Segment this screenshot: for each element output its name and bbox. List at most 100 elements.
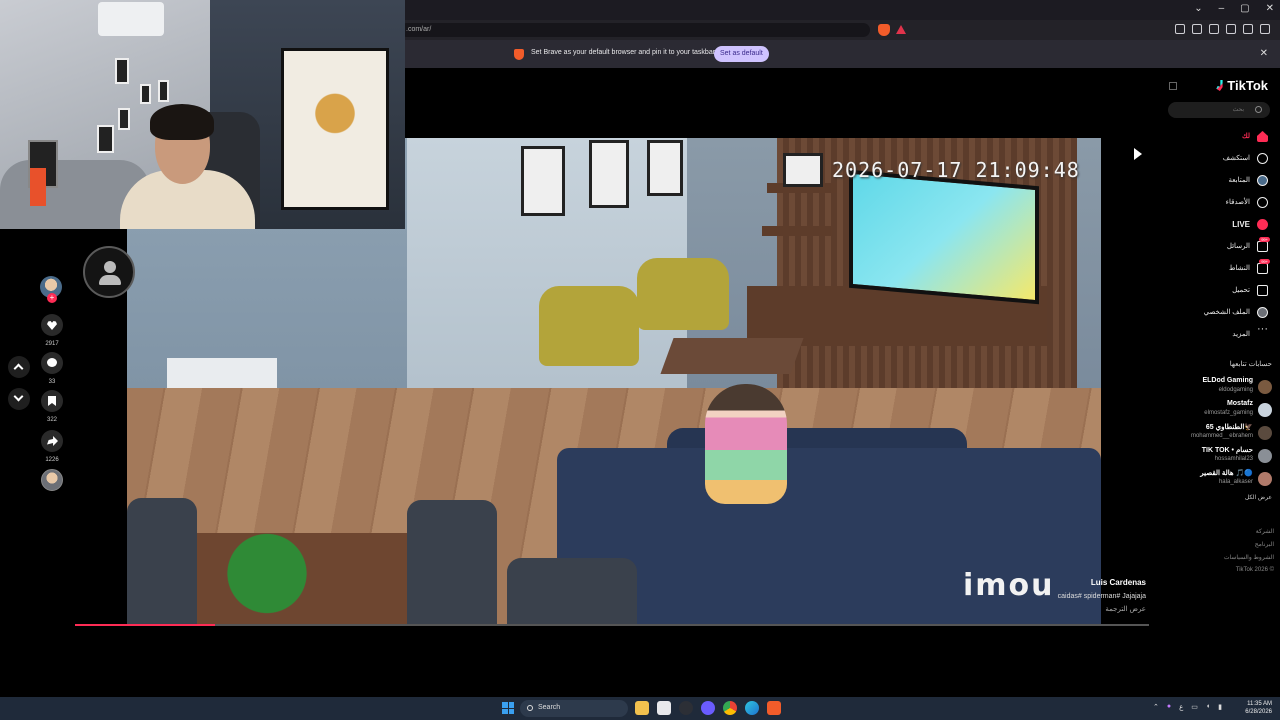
account-avatar <box>1258 449 1272 463</box>
language-indicator[interactable]: ع <box>1179 703 1183 711</box>
tiktok-logo[interactable]: TikTok <box>1216 78 1268 93</box>
media-icon[interactable] <box>1175 24 1185 34</box>
account-username: hossamhilal23 <box>1214 456 1253 462</box>
clock[interactable]: 11:35 AM 6/28/2026 <box>1245 700 1272 716</box>
scene-frame <box>521 146 565 216</box>
nav-messages[interactable]: الرسائل 99+ <box>1162 237 1280 256</box>
following-account[interactable]: Mostafz elmostafz_gaming <box>1162 399 1280 421</box>
close-window-button[interactable]: ✕ <box>1266 3 1274 14</box>
video-progress-bar[interactable] <box>75 624 1149 626</box>
store-icon[interactable] <box>657 701 671 715</box>
nav-profile[interactable]: الملف الشخصي <box>1162 304 1280 322</box>
next-video-button[interactable] <box>8 388 30 410</box>
footer-link[interactable]: الشركة <box>1224 528 1274 535</box>
upload-icon <box>1257 285 1268 296</box>
wallet-icon[interactable] <box>1209 24 1219 34</box>
url-input[interactable]: .com/ar/ <box>400 23 870 37</box>
edge-icon[interactable] <box>745 701 759 715</box>
vpn-icon[interactable] <box>1226 24 1236 34</box>
see-translation-link[interactable]: عرض الترجمة <box>1058 605 1146 613</box>
mouse-cursor-icon <box>1134 148 1142 160</box>
nav-upload[interactable]: تحميل <box>1162 282 1280 300</box>
brave-logo-icon <box>514 49 524 60</box>
brave-icon[interactable] <box>767 701 781 715</box>
nav-explore[interactable]: استكشف <box>1162 150 1280 168</box>
footer-link[interactable]: الشروط والسياسات <box>1224 554 1274 561</box>
nav-friends[interactable]: الأصدقاء <box>1162 194 1280 212</box>
like-action[interactable]: 2917 <box>38 314 66 347</box>
microphone-icon[interactable]: ● <box>1167 703 1171 711</box>
share-icon <box>47 436 58 446</box>
account-name: ELDod Gaming <box>1202 377 1253 384</box>
set-as-default-button[interactable]: Set as default <box>714 46 769 62</box>
account-avatar <box>1258 472 1272 486</box>
activity-badge: 99+ <box>1259 259 1270 264</box>
chevron-down-icon <box>13 391 24 402</box>
messages-badge: 99+ <box>1259 237 1270 242</box>
account-avatar <box>1258 403 1272 417</box>
following-account[interactable]: ELDod Gaming eldodgaming <box>1162 376 1280 398</box>
chrome-icon[interactable] <box>723 701 737 715</box>
following-account[interactable]: TIK TOK • حسام hossamhilal23 <box>1162 445 1280 467</box>
sidebar-icon[interactable] <box>1192 24 1202 34</box>
windows-start-icon[interactable] <box>502 702 514 714</box>
video-author[interactable]: Luis Cardenas <box>1058 578 1146 587</box>
see-all-link[interactable]: عرض الكل <box>1245 494 1272 501</box>
nav-for-you[interactable]: لك <box>1162 128 1280 146</box>
save-action[interactable]: 322 <box>38 390 66 423</box>
infobar-close-icon[interactable]: ✕ <box>1260 48 1268 59</box>
nav-label: لك <box>1241 133 1250 140</box>
account-name: هالة القصير 🎵🔵 <box>1200 470 1253 477</box>
user-body-shape <box>99 275 121 285</box>
save-button[interactable] <box>41 390 63 412</box>
app-icon[interactable] <box>679 701 693 715</box>
scene-dining-chair <box>507 558 637 624</box>
search-icon <box>1255 106 1262 113</box>
live-icon <box>1257 219 1268 230</box>
menu-icon[interactable] <box>1260 24 1270 34</box>
collapse-sidebar-icon[interactable] <box>1169 82 1177 90</box>
like-button[interactable] <box>41 314 63 336</box>
assistant-icon[interactable] <box>701 701 715 715</box>
previous-video-button[interactable] <box>8 356 30 378</box>
share-action[interactable]: 1226 <box>38 430 66 463</box>
chevron-up-icon[interactable]: ⌃ <box>1153 703 1159 711</box>
footer-link[interactable]: البرنامج <box>1224 541 1274 548</box>
tabs-dropdown-button[interactable]: ⌄ <box>1194 3 1202 14</box>
guest-user-icon[interactable] <box>83 246 135 298</box>
video-hashtags[interactable]: caidas# spiderman# Jajajaja <box>1058 593 1146 600</box>
following-account[interactable]: الطنطاوي 65🦅 mohammed__ebrahem <box>1162 422 1280 444</box>
minimize-button[interactable]: – <box>1219 3 1225 14</box>
battery-icon[interactable]: ▮ <box>1218 703 1222 711</box>
nav-following[interactable]: المتابعة <box>1162 172 1280 190</box>
file-explorer-icon[interactable] <box>635 701 649 715</box>
tiktok-logo-text: TikTok <box>1227 78 1268 93</box>
comment-icon <box>47 358 57 367</box>
volume-icon[interactable]: ◖ <box>1206 703 1210 711</box>
comment-action[interactable]: 33 <box>38 352 66 385</box>
more-icon <box>1257 323 1268 340</box>
network-icon[interactable]: ▭ <box>1191 703 1198 711</box>
scene-tv <box>849 169 1039 305</box>
tiktok-sidebar: TikTok بحث لك استكشف المتابعة الأصدقاء L… <box>1162 70 1280 690</box>
account-avatar <box>1258 426 1272 440</box>
nav-activity[interactable]: النشاط 99+ <box>1162 259 1280 278</box>
brave-rewards-icon[interactable] <box>896 25 906 34</box>
nav-live[interactable]: LIVE <box>1162 216 1280 234</box>
scene-dining-chair <box>407 500 497 624</box>
brave-shield-icon[interactable] <box>878 24 890 36</box>
extensions-icon[interactable] <box>1243 24 1253 34</box>
following-account[interactable]: هالة القصير 🎵🔵 hala_alkaser <box>1162 468 1280 490</box>
webcam-frame <box>97 125 114 153</box>
search-input[interactable]: بحث <box>1168 102 1270 118</box>
comment-button[interactable] <box>41 352 63 374</box>
maximize-button[interactable]: ▢ <box>1240 3 1249 14</box>
music-disc-avatar[interactable] <box>41 469 63 491</box>
share-button[interactable] <box>41 430 63 452</box>
profile-icon <box>1257 307 1268 318</box>
follow-plus-icon[interactable]: + <box>47 293 57 303</box>
account-username: mohammed__ebrahem <box>1190 433 1253 439</box>
scene-coffee-table <box>660 338 804 374</box>
nav-more[interactable]: المزيد <box>1162 323 1280 344</box>
taskbar-search[interactable]: Search <box>520 700 628 717</box>
